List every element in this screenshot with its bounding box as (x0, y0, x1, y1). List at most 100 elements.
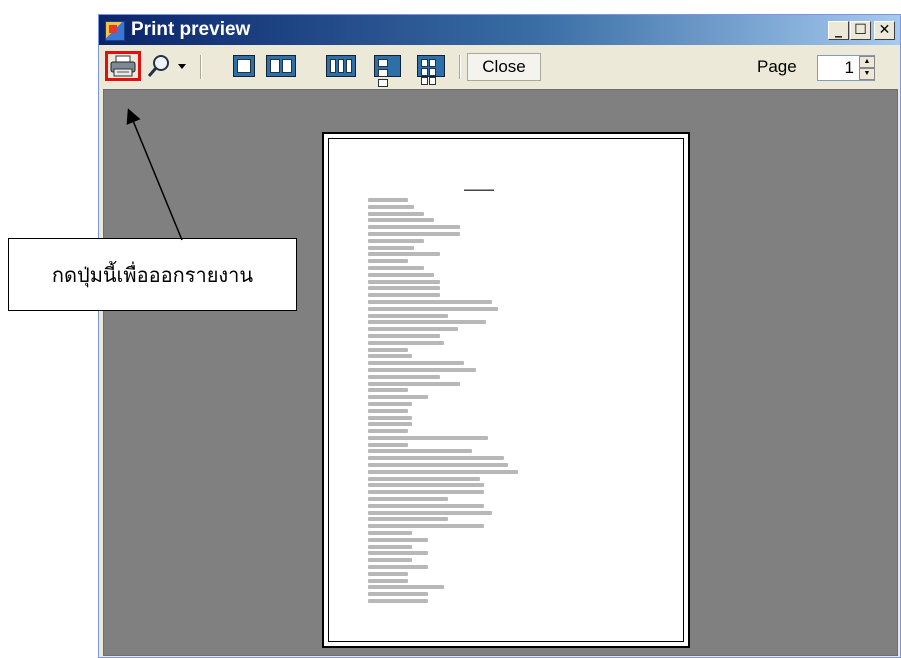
blurred-text-line (368, 306, 498, 311)
blurred-text-line (368, 279, 440, 284)
page-thumb-icon (270, 59, 280, 73)
spin-up-button[interactable]: ▲ (859, 56, 875, 68)
blurred-text-line (368, 599, 428, 604)
blurred-text-line (368, 531, 412, 536)
blurred-text-line (368, 517, 448, 522)
blurred-text-line (368, 497, 448, 502)
page-thumb-icon (421, 59, 428, 67)
preview-area[interactable]: ▬▬▬▬▬▬ (103, 89, 898, 656)
document-text-blur (368, 198, 518, 606)
blurred-text-line (368, 198, 408, 202)
blurred-text-line (368, 361, 464, 366)
blurred-text-line (368, 374, 440, 379)
four-pages-layout-button[interactable] (374, 55, 401, 97)
zoom-button[interactable] (145, 53, 173, 79)
blurred-text-line (368, 388, 408, 393)
blurred-text-line (368, 259, 408, 264)
blurred-text-line (368, 401, 412, 406)
blurred-text-line (368, 333, 440, 338)
blurred-text-line (368, 272, 434, 277)
print-button[interactable] (105, 51, 141, 81)
printer-icon (110, 55, 136, 77)
page-label: Page (757, 57, 797, 76)
blurred-text-line (368, 422, 412, 427)
blurred-text-line (368, 313, 448, 318)
preview-page: ▬▬▬▬▬▬ (322, 132, 690, 648)
blurred-text-line (368, 231, 460, 236)
blurred-text-line (368, 510, 492, 515)
title-bar[interactable]: Print preview _ ☐ ✕ (99, 15, 900, 45)
minimize-button[interactable]: _ (828, 21, 849, 40)
blurred-text-line (368, 537, 428, 542)
six-pages-layout-button[interactable] (417, 55, 445, 85)
blurred-text-line (368, 252, 440, 257)
spin-down-button[interactable]: ▼ (859, 68, 875, 80)
page-thumb-icon (429, 77, 436, 85)
page-thumb-icon (429, 59, 436, 67)
blurred-text-line (368, 367, 476, 372)
blurred-text-line (368, 585, 444, 590)
blurred-text-line (368, 381, 460, 386)
toolbar: Close Page 1 ▲ ▼ (99, 45, 900, 97)
blurred-text-line (368, 218, 434, 223)
blurred-text-line (368, 483, 484, 488)
one-page-layout-button[interactable] (233, 55, 255, 77)
blurred-text-line (368, 211, 424, 216)
page-thumb-icon (330, 59, 336, 73)
maximize-button[interactable]: ☐ (850, 21, 871, 40)
blurred-text-line (368, 544, 412, 549)
blurred-text-line (368, 469, 518, 474)
page-thumb-icon (378, 59, 388, 67)
blurred-text-line (368, 449, 472, 454)
blurred-text-line (368, 415, 412, 420)
page-thumb-icon (237, 59, 251, 73)
blurred-text-line (368, 429, 408, 434)
blurred-text-line (368, 408, 408, 413)
page-thumb-icon (338, 59, 344, 73)
blurred-text-line (368, 565, 428, 570)
blurred-text-line (368, 340, 444, 345)
close-window-button[interactable]: ✕ (874, 21, 895, 40)
toolbar-separator (459, 55, 461, 79)
blurred-text-line (368, 347, 408, 352)
blurred-text-line (368, 503, 484, 508)
blurred-text-line (368, 265, 424, 270)
blurred-text-line (368, 490, 484, 495)
blurred-text-line (368, 551, 428, 556)
page-spinner: ▲ ▼ (859, 56, 875, 80)
blurred-text-line (368, 592, 428, 597)
blurred-text-line (368, 245, 414, 250)
blurred-text-line (368, 578, 408, 583)
page-thumb-icon (378, 79, 388, 87)
instruction-callout: กดปุ่มนี้เพื่อออกรายงาน (8, 238, 297, 311)
window-title: Print preview (131, 19, 251, 40)
close-button[interactable]: Close (467, 53, 541, 81)
page-thumb-icon (282, 59, 292, 73)
blurred-text-line (368, 524, 484, 529)
blurred-text-line (368, 476, 480, 481)
blurred-text-line (368, 327, 458, 332)
zoom-dropdown-button[interactable] (175, 53, 189, 79)
magnifier-icon (147, 55, 169, 77)
blurred-text-line (368, 204, 414, 209)
blurred-text-line (368, 558, 412, 563)
print-preview-window: Print preview _ ☐ ✕ Close Page 1 ▲ ▼ ▬▬▬… (98, 14, 901, 658)
document-title-blur: ▬▬▬▬▬▬ (464, 187, 494, 193)
caret-down-icon (178, 64, 186, 69)
two-pages-layout-button[interactable] (266, 55, 296, 77)
toolbar-separator (200, 55, 202, 79)
print-preview-app-icon (105, 21, 125, 41)
blurred-text-line (368, 286, 440, 291)
blurred-text-line (368, 238, 424, 243)
blurred-text-line (368, 225, 460, 230)
page-thumb-icon (421, 77, 428, 85)
page-thumb-icon (421, 68, 428, 76)
page-thumb-icon (429, 68, 436, 76)
blurred-text-line (368, 320, 486, 325)
blurred-text-line (368, 395, 428, 400)
three-pages-layout-button[interactable] (326, 55, 356, 77)
blurred-text-line (368, 293, 440, 298)
blurred-text-line (368, 463, 508, 468)
blurred-text-line (368, 354, 412, 359)
page-thumb-icon (378, 69, 388, 77)
